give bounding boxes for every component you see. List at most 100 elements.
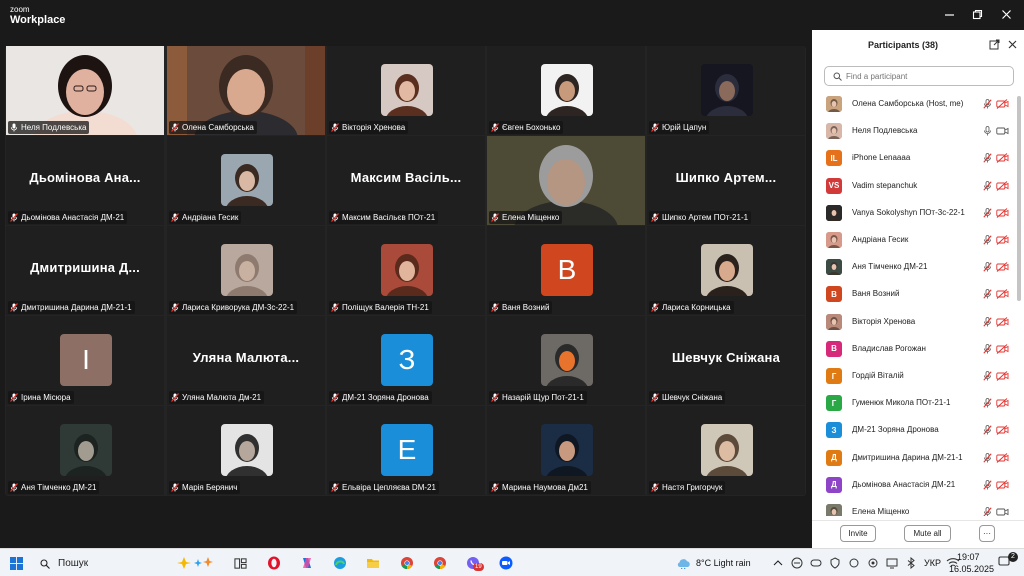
more-options-button[interactable]: ··· [979, 525, 995, 542]
tray-security-icon[interactable] [829, 557, 841, 569]
video-tile[interactable]: I Ірина Місюра [6, 316, 164, 405]
video-off-icon[interactable] [996, 316, 1009, 327]
video-tile[interactable]: Назарій Щур Пот-21-1 [487, 316, 645, 405]
file-explorer-app[interactable] [364, 554, 382, 572]
tray-sync-icon[interactable] [848, 557, 860, 569]
video-tile[interactable]: З ДМ-21 Зоряна Дронова [327, 316, 485, 405]
muted-mic-icon[interactable] [983, 99, 992, 109]
clock-date[interactable]: 16.05.2025 [949, 564, 994, 574]
video-off-icon[interactable] [996, 207, 1009, 218]
video-tile[interactable]: Юрій Цапун [647, 46, 805, 135]
tray-app-icon[interactable] [791, 557, 803, 569]
video-off-icon[interactable] [996, 452, 1009, 463]
muted-mic-icon[interactable] [983, 262, 992, 272]
participant-row[interactable]: Д Дьомінова Анастасія ДМ-21 [812, 472, 1018, 499]
video-off-icon[interactable] [996, 371, 1009, 381]
video-tile[interactable]: Андріана Гесик [167, 136, 325, 225]
task-view-button[interactable] [231, 554, 249, 572]
muted-mic-icon[interactable] [983, 153, 992, 163]
participant-row[interactable]: Аня Тімченко ДМ-21 [812, 254, 1018, 281]
close-panel-icon[interactable] [1007, 39, 1018, 50]
participant-row[interactable]: IL iPhone Lenaaaa [812, 145, 1018, 172]
video-tile[interactable]: Лариса Криворука ДМ-3с-22-1 [167, 226, 325, 315]
participant-row[interactable]: Г Гордій Віталій [812, 363, 1018, 390]
tray-bluetooth-icon[interactable] [905, 557, 917, 569]
minimize-button[interactable] [940, 6, 958, 22]
participant-row[interactable]: Елена Міщенко [812, 499, 1018, 516]
video-icon[interactable] [996, 126, 1009, 136]
panel-scrollbar[interactable] [1017, 96, 1021, 301]
language-indicator[interactable]: УКР [924, 558, 941, 568]
video-tile[interactable]: Євген Бохонько [487, 46, 645, 135]
participant-search[interactable] [824, 66, 1014, 86]
muted-mic-icon[interactable] [983, 479, 992, 490]
mute-all-button[interactable]: Mute all [904, 525, 951, 542]
video-tile[interactable]: Марина Наумова Дм21 [487, 406, 645, 495]
video-off-icon[interactable] [996, 343, 1009, 354]
participant-row[interactable]: Андріана Гесик [812, 227, 1018, 254]
video-tile[interactable]: Дьомінова Ана... Дьомінова Анастасія ДМ-2… [6, 136, 164, 225]
video-tile[interactable]: Шевчук Сніжана Шевчук Сніжана [647, 316, 805, 405]
chevron-up-icon[interactable] [773, 560, 783, 566]
muted-mic-icon[interactable] [983, 398, 992, 408]
video-tile[interactable]: Аня Тімченко ДМ-21 [6, 406, 164, 495]
participant-row[interactable]: З ДМ-21 Зоряна Дронова [812, 417, 1018, 444]
muted-mic-icon[interactable] [983, 207, 992, 218]
muted-mic-icon[interactable] [983, 452, 992, 463]
video-tile[interactable]: Поліщук Валерія ТН-21 [327, 226, 485, 315]
participant-row[interactable]: Г Гуменюк Микола ПОт-21-1 [812, 390, 1018, 417]
video-tile[interactable]: Дмитришина Д... Дмитришина Дарина ДМ-21-1 [6, 226, 164, 315]
participant-row[interactable]: VS Vadim stepanchuk [812, 173, 1018, 200]
video-tile[interactable]: B Ваня Возний [487, 226, 645, 315]
clock-time[interactable]: 19:07 [957, 552, 980, 562]
tray-sound-settings-icon[interactable] [867, 557, 879, 569]
participant-row[interactable]: B Ваня Возний [812, 281, 1018, 308]
close-button[interactable] [997, 6, 1015, 22]
video-off-icon[interactable] [996, 153, 1009, 164]
tray-display-icon[interactable] [886, 557, 898, 569]
video-tile[interactable]: Настя Григорчук [647, 406, 805, 495]
video-tile[interactable]: Максим Васіль... Максим Васільєв ПОт-21 [327, 136, 485, 225]
invite-button[interactable]: Invite [840, 525, 876, 542]
chrome-app-2[interactable] [431, 554, 449, 572]
video-off-icon[interactable] [996, 398, 1009, 409]
video-off-icon[interactable] [996, 289, 1009, 300]
muted-mic-icon[interactable] [983, 289, 992, 299]
video-off-icon[interactable] [996, 425, 1009, 436]
video-off-icon[interactable] [996, 99, 1009, 109]
mic-icon[interactable] [983, 126, 992, 136]
restore-button[interactable] [968, 6, 986, 22]
video-off-icon[interactable] [996, 262, 1009, 273]
taskbar-search[interactable]: Пошук [36, 554, 220, 573]
participant-row[interactable]: B Владислав Рогожан [812, 336, 1018, 363]
zoom-app[interactable] [497, 554, 515, 572]
video-tile[interactable]: Марія Берянич [167, 406, 325, 495]
muted-mic-icon[interactable] [983, 235, 992, 245]
tray-app-icon-2[interactable] [810, 557, 822, 569]
muted-mic-icon[interactable] [983, 371, 992, 381]
video-tile[interactable]: Вікторія Хренова [327, 46, 485, 135]
video-off-icon[interactable] [996, 235, 1009, 245]
start-button[interactable] [7, 554, 25, 572]
video-tile[interactable]: Уляна Малюта... Уляна Малюта Дм-21 [167, 316, 325, 405]
weather-text[interactable]: 8°C Light rain [696, 558, 751, 568]
participant-row[interactable]: Вікторія Хренова [812, 309, 1018, 336]
edge-app[interactable] [331, 554, 349, 572]
search-input[interactable] [846, 71, 1006, 81]
participant-row[interactable]: Д Дмитришина Дарина ДМ-21-1 [812, 445, 1018, 472]
video-off-icon[interactable] [996, 479, 1009, 490]
video-tile[interactable]: Неля Подлевська [6, 46, 164, 135]
muted-mic-icon[interactable] [983, 316, 992, 327]
video-tile[interactable]: E Ельвіра Цепляєва DM-21 [327, 406, 485, 495]
video-tile[interactable]: Елена Міщенко [487, 136, 645, 225]
video-off-icon[interactable] [996, 180, 1009, 191]
muted-mic-icon[interactable] [983, 343, 992, 354]
muted-mic-icon[interactable] [983, 425, 992, 435]
chrome-app-1[interactable] [398, 554, 416, 572]
video-tile[interactable]: Шипко Артем... Шипко Артем ПОт-21-1 [647, 136, 805, 225]
participant-row[interactable]: Олена Самборська (Host, me) [812, 91, 1018, 118]
video-tile[interactable]: Лариса Корницька [647, 226, 805, 315]
opera-app[interactable] [265, 554, 283, 572]
video-tile[interactable]: Олена Самборська [167, 46, 325, 135]
participant-row[interactable]: Неля Подлевська [812, 118, 1018, 145]
